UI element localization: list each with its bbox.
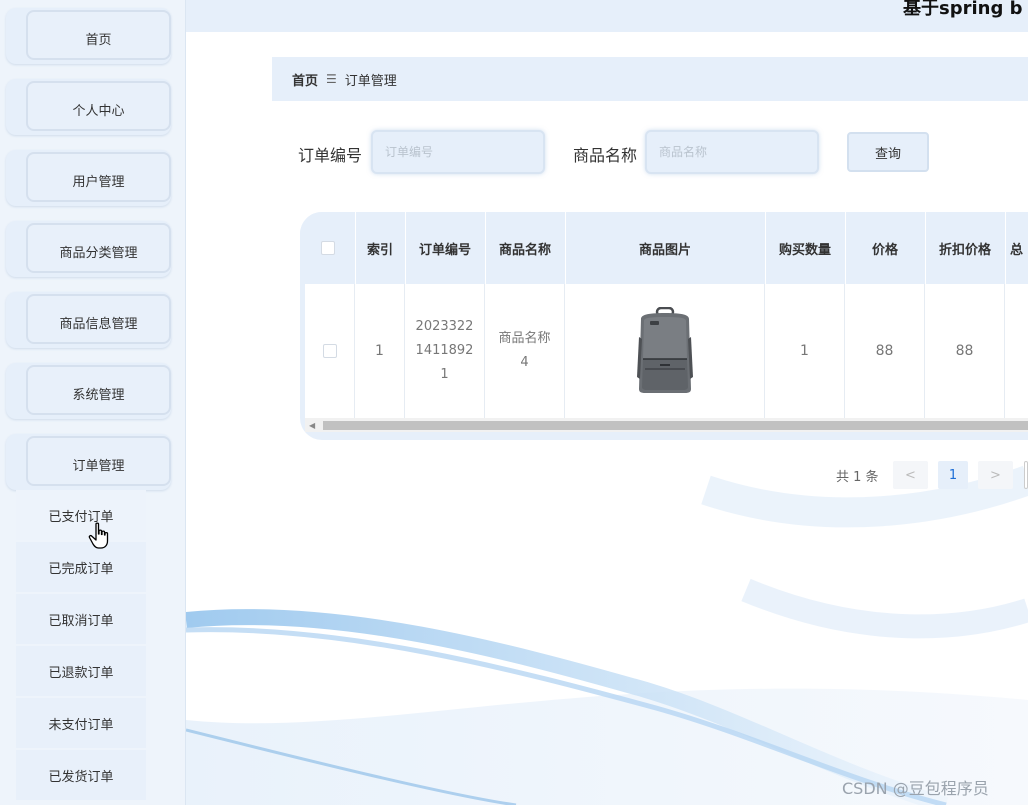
pagination-total: 共 1 条 [836, 470, 879, 485]
menu-item-label: 系统管理 [26, 365, 171, 415]
cell-price: 88 [845, 284, 925, 418]
sidebar: 首页 个人中心 用户管理 商品分类管理 商品信息管理 系统管理 订单管理 已支付… [0, 0, 186, 805]
row-select[interactable] [305, 284, 355, 418]
backpack-image [636, 307, 693, 393]
menu-item-label: 首页 [26, 10, 171, 60]
menu-item-label: 订单管理 [26, 436, 171, 486]
scrollbar-thumb[interactable] [323, 421, 1028, 430]
menu-item-label: 个人中心 [26, 81, 171, 131]
decorative-wave-background [186, 465, 1028, 805]
breadcrumb-home[interactable]: 首页 [292, 70, 318, 89]
column-header-price: 价格 [871, 242, 898, 258]
select-all-checkbox[interactable] [320, 241, 335, 255]
breadcrumb-current: 订单管理 [344, 73, 397, 89]
product-name-line: 商品名称 [498, 331, 551, 346]
order-no-input[interactable] [371, 130, 545, 174]
column-header-order-no: 订单编号 [418, 242, 471, 258]
submenu-shipped-orders[interactable]: 已发货订单 [16, 750, 146, 800]
product-name-input[interactable] [645, 130, 819, 174]
column-header-total: 总 [1010, 242, 1024, 258]
cell-product-image [565, 284, 765, 418]
watermark: CSDN @豆包程序员 [842, 779, 989, 798]
header-select-all[interactable] [300, 212, 355, 284]
cell-order-no: 2023322 1411892 1 [405, 284, 485, 418]
cell-total [1005, 284, 1028, 418]
menu-item-user-management[interactable]: 用户管理 [6, 150, 171, 206]
cell-index: 1 [355, 284, 405, 418]
menu-item-personal-center[interactable]: 个人中心 [6, 79, 171, 135]
order-no-label: 订单编号 [298, 146, 363, 165]
menu-item-order-management[interactable]: 订单管理 [6, 434, 171, 490]
menu-item-label: 用户管理 [26, 152, 171, 202]
breadcrumb: 首页 ☰ 订单管理 [272, 57, 1028, 101]
menu-item-category-management[interactable]: 商品分类管理 [6, 221, 171, 277]
horizontal-scrollbar[interactable]: ◀ [305, 418, 1028, 432]
menu-item-product-management[interactable]: 商品信息管理 [6, 292, 171, 348]
table-header: 索引 订单编号 商品名称 商品图片 购买数量 价格 折扣价格 总 [300, 212, 1028, 284]
submenu-cancelled-orders[interactable]: 已取消订单 [16, 594, 146, 644]
query-button[interactable]: 查询 [847, 132, 929, 172]
submenu-unpaid-orders[interactable]: 未支付订单 [16, 698, 146, 748]
menu-item-home[interactable]: 首页 [6, 8, 171, 64]
menu-lines-icon: ☰ [326, 72, 337, 86]
product-name-line: 4 [520, 355, 529, 370]
row-checkbox[interactable] [322, 344, 337, 358]
table-row: 1 2023322 1411892 1 商品名称 4 1 88 88 [305, 284, 1028, 418]
column-header-index: 索引 [366, 242, 393, 258]
scroll-left-arrow-icon[interactable]: ◀ [309, 421, 315, 430]
cell-quantity: 1 [765, 284, 845, 418]
submenu-refunded-orders[interactable]: 已退款订单 [16, 646, 146, 696]
product-name-label: 商品名称 [573, 146, 638, 165]
order-no-line: 1 [440, 367, 449, 382]
column-header-product-name: 商品名称 [498, 242, 551, 258]
pagination-page-1[interactable]: 1 [938, 461, 968, 489]
submenu-paid-orders[interactable]: 已支付订单 [16, 490, 146, 540]
menu-item-system-management[interactable]: 系统管理 [6, 363, 171, 419]
order-no-line: 1411892 [415, 343, 474, 358]
pagination-next-button[interactable]: > [978, 461, 1013, 489]
top-header [186, 0, 1028, 32]
cell-product-name: 商品名称 4 [485, 284, 565, 418]
column-header-discount-price: 折扣价格 [938, 242, 991, 258]
pagination-prev-button[interactable]: < [893, 461, 928, 489]
hand-cursor-icon [88, 522, 109, 549]
submenu-completed-orders[interactable]: 已完成订单 [16, 542, 146, 592]
column-header-product-image: 商品图片 [638, 242, 691, 258]
site-title: 基于spring b [903, 0, 1023, 19]
order-no-line: 2023322 [415, 319, 474, 334]
menu-item-label: 商品分类管理 [26, 223, 171, 273]
orders-table: 索引 订单编号 商品名称 商品图片 购买数量 价格 折扣价格 总 1 20233… [300, 212, 1028, 440]
cell-discount-price: 88 [925, 284, 1005, 418]
pagination-jump-partial[interactable] [1024, 461, 1028, 489]
column-header-quantity: 购买数量 [778, 242, 831, 258]
menu-item-label: 商品信息管理 [26, 294, 171, 344]
